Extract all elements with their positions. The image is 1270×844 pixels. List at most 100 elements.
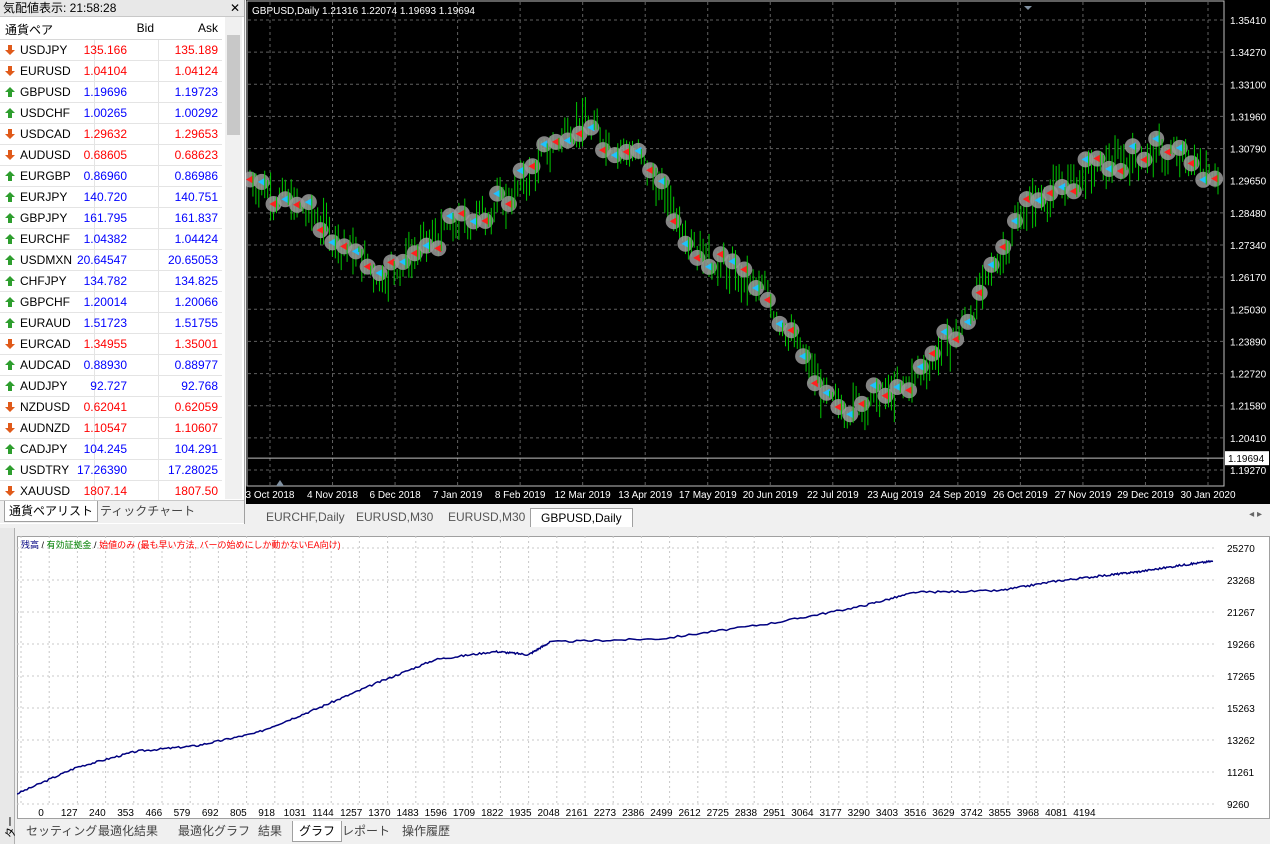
arrow-down-icon: [5, 45, 15, 55]
market-watch-row[interactable]: AUDNZD 1.10547 1.10607: [0, 418, 222, 439]
symbol-name: USDCAD: [20, 127, 71, 141]
tester-tab[interactable]: 最適化グラフ: [172, 821, 256, 841]
arrow-up-icon: [5, 87, 15, 97]
tab-scroll-arrows-icon[interactable]: ◂ ▸: [1249, 509, 1262, 520]
market-watch-row[interactable]: EURCAD 1.34955 1.35001: [0, 334, 222, 355]
chart-tab[interactable]: EURUSD,M30: [438, 508, 535, 526]
arrow-down-icon: [5, 66, 15, 76]
tester-tab[interactable]: 操作履歴: [396, 821, 456, 841]
x-tick-label: 127: [61, 808, 78, 819]
price-tick-label: 1.30790: [1230, 145, 1267, 156]
bid-value: 0.62041: [83, 400, 127, 414]
price-chart-svg[interactable]: 1.35410 1.34270 1.33100 1.31960 1.30790 1.296…: [246, 0, 1270, 504]
bid-value: 1.00265: [83, 106, 127, 120]
symbol-name: EURAUD: [20, 316, 71, 330]
col-ask-header[interactable]: Ask: [198, 21, 218, 35]
market-watch-row[interactable]: USDCAD 1.29632 1.29653: [0, 124, 222, 145]
market-watch-row[interactable]: AUDUSD 0.68605 0.68623: [0, 145, 222, 166]
bid-value: 1.04382: [83, 232, 127, 246]
x-tick-label: 2161: [566, 808, 589, 819]
tester-tab[interactable]: 結果: [252, 821, 288, 841]
market-watch-row[interactable]: GBPJPY 161.795 161.837: [0, 208, 222, 229]
arrow-down-icon: [5, 423, 15, 433]
market-watch-row[interactable]: GBPUSD 1.19696 1.19723: [0, 82, 222, 103]
close-icon[interactable]: ✕: [230, 0, 240, 16]
arrow-up-icon: [5, 381, 15, 391]
tester-tab[interactable]: 最適化結果: [92, 821, 164, 841]
market-watch-row[interactable]: USDCHF 1.00265 1.00292: [0, 103, 222, 124]
col-bid-header[interactable]: Bid: [137, 21, 154, 35]
ask-value: 1.04424: [174, 232, 218, 246]
market-watch-row[interactable]: CHFJPY 134.782 134.825: [0, 271, 222, 292]
market-watch-row[interactable]: NZDUSD 0.62041 0.62059: [0, 397, 222, 418]
arrow-up-icon: [5, 444, 15, 454]
date-tick-label: 3 Oct 2018: [246, 490, 295, 501]
price-tick-label: 1.20410: [1230, 434, 1267, 445]
market-watch-row[interactable]: CADJPY 104.245 104.291: [0, 439, 222, 460]
tab-tick-chart[interactable]: ティックチャート: [96, 501, 199, 521]
x-tick-label: 3290: [848, 808, 871, 819]
market-watch-row[interactable]: XAUUSD 1807.14 1807.50: [0, 481, 222, 502]
symbol-name: EURCHF: [20, 232, 70, 246]
symbol-name: CHFJPY: [20, 274, 67, 288]
price-tick-label: 1.31960: [1230, 112, 1267, 123]
arrow-up-icon: [5, 171, 15, 181]
chart-tab[interactable]: EURUSD,M30: [346, 508, 443, 526]
symbol-name: AUDNZD: [20, 421, 70, 435]
y-tick-label: 17265: [1227, 672, 1255, 683]
bid-value: 1.10547: [83, 421, 127, 435]
market-watch-row[interactable]: USDMXN 20.64547 20.65053: [0, 250, 222, 271]
market-watch-row[interactable]: EURJPY 140.720 140.751: [0, 187, 222, 208]
x-tick-label: 1709: [453, 808, 476, 819]
date-tick-label: 27 Nov 2019: [1055, 490, 1112, 501]
bid-value: 1.51723: [83, 316, 127, 330]
tester-graph-svg[interactable]: 25270 23268 21267 19266 17265 15263 13262 11261…: [17, 536, 1270, 819]
scrollbar-thumb[interactable]: [227, 35, 240, 135]
chart-tab[interactable]: EURCHF,Daily: [256, 508, 355, 526]
market-watch-row[interactable]: EURCHF 1.04382 1.04424: [0, 229, 222, 250]
vertical-scrollbar[interactable]: [225, 17, 242, 499]
x-tick-label: 3855: [989, 808, 1012, 819]
x-tick-label: 3177: [819, 808, 842, 819]
market-watch-row[interactable]: GBPCHF 1.20014 1.20066: [0, 292, 222, 313]
market-watch-row[interactable]: AUDJPY 92.727 92.768: [0, 376, 222, 397]
market-watch-row[interactable]: EURAUD 1.51723 1.51755: [0, 313, 222, 334]
col-symbol-header[interactable]: 通貨ペア: [5, 21, 53, 38]
price-tick-label: 1.35410: [1230, 16, 1267, 27]
date-tick-label: 7 Jan 2019: [433, 490, 483, 501]
symbol-name: AUDCAD: [20, 358, 71, 372]
price-chart[interactable]: 1.35410 1.34270 1.33100 1.31960 1.30790 1.296…: [246, 0, 1270, 504]
x-tick-label: 1935: [509, 808, 532, 819]
ask-value: 0.68623: [174, 148, 218, 162]
tester-tab[interactable]: レポート: [336, 821, 396, 841]
date-tick-label: 26 Oct 2019: [993, 490, 1048, 501]
market-watch-panel: 気配値表示: 21:58:28 ✕ 通貨ペア Bid Ask USDJPY 135…: [0, 0, 245, 524]
ask-value: 104.291: [174, 442, 218, 456]
tester-tab[interactable]: グラフ: [292, 821, 343, 842]
arrow-down-icon: [5, 486, 15, 496]
date-tick-label: 20 Jun 2019: [743, 490, 798, 501]
x-tick-label: 4081: [1045, 808, 1068, 819]
chart-start-marker: [276, 480, 284, 486]
date-tick-label: 30 Jan 2020: [1180, 490, 1235, 501]
tester-tab[interactable]: セッティング: [20, 821, 103, 841]
market-watch-row[interactable]: AUDCAD 0.88930 0.88977: [0, 355, 222, 376]
tester-graph[interactable]: 25270 23268 21267 19266 17265 15263 13262 11261…: [17, 536, 1270, 819]
ask-value: 17.28025: [167, 463, 218, 477]
market-watch-row[interactable]: EURUSD 1.04104 1.04124: [0, 61, 222, 82]
date-tick-label: 22 Jul 2019: [807, 490, 859, 501]
tab-symbols[interactable]: 通貨ペアリスト: [4, 501, 99, 522]
market-watch-row[interactable]: USDJPY 135.166 135.189: [0, 40, 222, 61]
market-watch-row[interactable]: USDTRY 17.26390 17.28025: [0, 460, 222, 481]
bid-value: 1807.14: [83, 484, 127, 498]
market-watch-row[interactable]: EURGBP 0.86960 0.86986: [0, 166, 222, 187]
date-tick-label: 29 Dec 2019: [1117, 490, 1174, 501]
price-tick-label: 1.27340: [1230, 241, 1267, 252]
arrow-up-icon: [5, 213, 15, 223]
x-tick-label: 4194: [1073, 808, 1096, 819]
symbol-name: EURJPY: [20, 190, 68, 204]
ask-value: 1.20066: [174, 295, 218, 309]
symbol-name: XAUUSD: [20, 484, 71, 498]
chart-tab[interactable]: GBPUSD,Daily: [530, 508, 633, 527]
symbol-name: AUDUSD: [20, 148, 71, 162]
